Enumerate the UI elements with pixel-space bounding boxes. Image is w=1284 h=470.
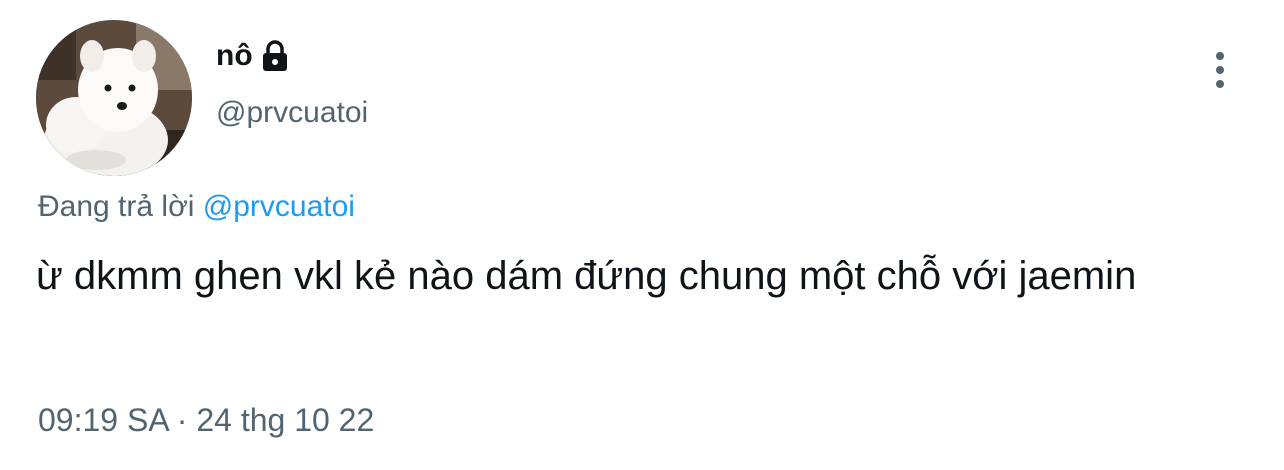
author-handle[interactable]: @prvcuatoi [216, 96, 368, 130]
author-row: nô [216, 34, 291, 78]
reply-prefix: Đang trả lời [38, 190, 195, 223]
tweet-timestamp[interactable]: 09:19 SA · 24 thg 10 22 [38, 402, 374, 439]
reply-mention-link[interactable]: @prvcuatoi [203, 190, 355, 223]
display-name[interactable]: nô [216, 39, 253, 73]
reply-context: Đang trả lời @prvcuatoi [38, 190, 355, 224]
more-vertical-icon[interactable] [1204, 48, 1236, 92]
lock-icon [259, 39, 291, 73]
tweet-card: nô @prvcuatoi Đang trả lời @prvcuatoi ừ … [0, 0, 1284, 470]
tweet-text: ừ dkmm ghen vkl kẻ nào dám đứng chung mộ… [36, 254, 1137, 298]
avatar[interactable] [36, 20, 192, 176]
